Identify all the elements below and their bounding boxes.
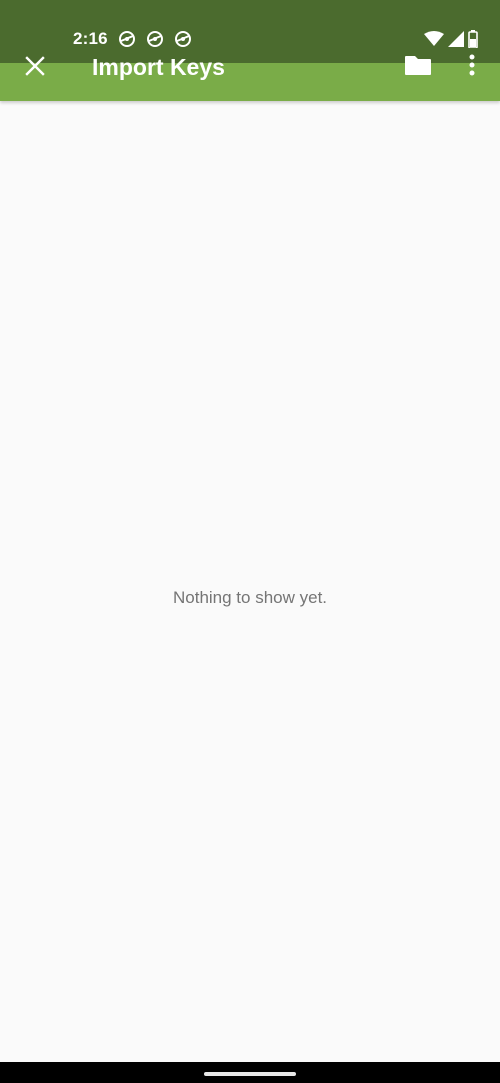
close-icon: [25, 55, 45, 81]
close-button[interactable]: [20, 53, 50, 83]
more-vert-icon: [469, 54, 475, 81]
page-title: Import Keys: [92, 54, 225, 80]
screen: 2:16 Import Keys Nothing to show yet.: [0, 0, 500, 1083]
app-bar-content: Import Keys: [0, 45, 500, 91]
folder-button[interactable]: [400, 51, 436, 83]
navigation-bar: [0, 1062, 500, 1083]
home-handle[interactable]: [204, 1072, 296, 1076]
empty-state-message: Nothing to show yet.: [172, 588, 328, 607]
folder-icon: [404, 54, 432, 81]
overflow-menu-button[interactable]: [458, 51, 486, 83]
